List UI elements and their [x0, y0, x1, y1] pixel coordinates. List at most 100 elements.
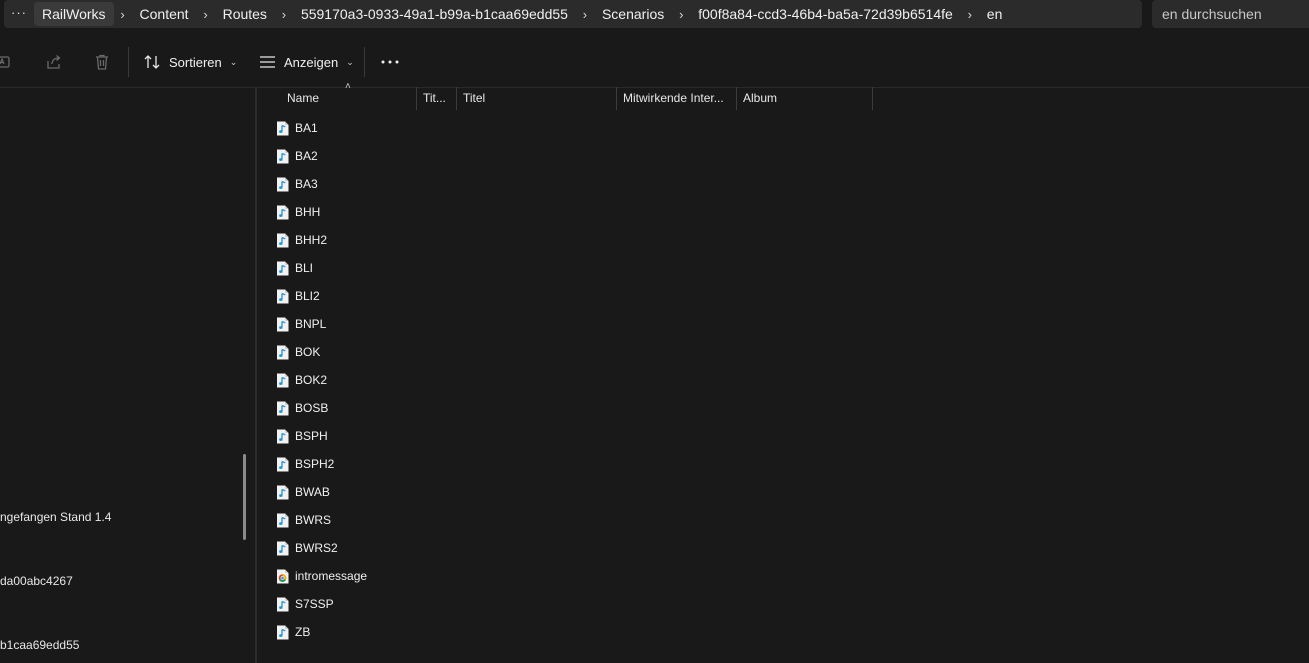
file-name: BSPH — [295, 429, 328, 443]
file-name: BSPH2 — [295, 457, 335, 471]
audio-file-icon — [276, 261, 289, 276]
file-row[interactable]: BA3 — [276, 173, 318, 195]
rename-icon[interactable] — [0, 52, 14, 72]
breadcrumb-chevron-icon[interactable]: › — [197, 7, 215, 22]
file-name: BHH2 — [295, 233, 328, 247]
file-name: BNPL — [295, 317, 327, 331]
file-name: BLI — [295, 261, 314, 275]
breadcrumb-route-id[interactable]: 559170a3-0933-49a1-b99a-b1caa69edd55 — [293, 2, 576, 26]
breadcrumb-content[interactable]: Content — [132, 2, 197, 26]
breadcrumb-chevron-icon[interactable]: › — [114, 7, 132, 22]
file-row[interactable]: BSPH — [276, 425, 328, 447]
chevron-down-icon: ⌄ — [229, 56, 238, 67]
more-options-button[interactable] — [378, 49, 402, 75]
nav-pane-scrollbar[interactable] — [243, 454, 246, 540]
column-header-title[interactable]: Titel — [457, 87, 616, 110]
file-name: BWAB — [295, 485, 330, 499]
toolbar-divider — [128, 47, 129, 77]
column-header-number[interactable]: Tit... — [417, 87, 456, 110]
file-name: intromessage — [295, 569, 368, 583]
file-row[interactable]: BLI — [276, 257, 313, 279]
audio-file-icon — [276, 177, 289, 192]
file-row[interactable]: BOSB — [276, 397, 328, 419]
sort-button-label: Sortieren — [169, 54, 222, 70]
file-name: BOK — [295, 345, 321, 359]
pane-divider[interactable] — [255, 87, 257, 663]
breadcrumb-chevron-icon[interactable]: › — [275, 7, 293, 22]
file-row[interactable]: ZB — [276, 621, 310, 643]
audio-file-icon — [276, 289, 289, 304]
ellipsis-icon — [381, 60, 399, 64]
more-crumbs-button[interactable]: ··· — [4, 5, 34, 20]
file-name: S7SSP — [295, 597, 334, 611]
nav-item[interactable]: da00abc4267 — [0, 574, 73, 588]
file-row[interactable]: BA1 — [276, 117, 318, 139]
audio-file-icon — [276, 121, 289, 136]
file-row[interactable]: BOK2 — [276, 369, 327, 391]
audio-file-icon — [276, 401, 289, 416]
nav-item[interactable]: ngefangen Stand 1.4 — [0, 510, 111, 524]
navigation-pane: ngefangen Stand 1.4 da00abc4267 b1caa69e… — [0, 87, 250, 663]
command-bar: Sortieren ⌄ Anzeigen ⌄ — [0, 37, 1309, 88]
column-header-name[interactable]: Name — [281, 87, 416, 110]
sort-arrows-icon — [144, 55, 160, 69]
file-name: BWRS — [295, 513, 331, 527]
nav-item[interactable]: b1caa69edd55 — [0, 638, 79, 652]
file-row[interactable]: BLI2 — [276, 285, 320, 307]
file-name: BWRS2 — [295, 541, 338, 555]
audio-file-icon — [276, 485, 289, 500]
file-row[interactable]: BWAB — [276, 481, 330, 503]
breadcrumb-scenario-id[interactable]: f00f8a84-ccd3-46b4-ba5a-72d39b6514fe — [690, 2, 961, 26]
file-name: BA1 — [295, 121, 318, 135]
file-row[interactable]: BNPL — [276, 313, 326, 335]
chrome-html-file-icon — [276, 569, 289, 584]
search-input[interactable] — [1152, 0, 1309, 28]
breadcrumb-chevron-icon[interactable]: › — [576, 7, 594, 22]
breadcrumb-scenarios[interactable]: Scenarios — [594, 2, 672, 26]
view-button-label: Anzeigen — [284, 54, 339, 70]
column-header-row: ˄ Name Tit... Titel Mitwirkende Inter...… — [257, 81, 1309, 110]
audio-file-icon — [276, 233, 289, 248]
file-name: BOSB — [295, 401, 329, 415]
share-icon[interactable] — [44, 52, 64, 72]
file-name: BHH — [295, 205, 321, 219]
file-name: BA3 — [295, 177, 318, 191]
breadcrumb-routes[interactable]: Routes — [215, 2, 275, 26]
column-header-artists[interactable]: Mitwirkende Inter... — [617, 87, 736, 110]
breadcrumb-en[interactable]: en — [979, 2, 1011, 26]
file-row[interactable]: BWRS — [276, 509, 331, 531]
address-bar[interactable]: ··· RailWorks › Content › Routes › 55917… — [4, 0, 1142, 28]
audio-file-icon — [276, 429, 289, 444]
audio-file-icon — [276, 457, 289, 472]
column-resize-handle[interactable] — [872, 87, 873, 110]
breadcrumb-chevron-icon[interactable]: › — [961, 7, 979, 22]
toolbar-divider — [364, 47, 365, 77]
file-name: BA2 — [295, 149, 318, 163]
audio-file-icon — [276, 625, 289, 640]
breadcrumb-chevron-icon[interactable]: › — [672, 7, 690, 22]
breadcrumb-railworks[interactable]: RailWorks — [34, 2, 114, 26]
file-name: BOK2 — [295, 373, 328, 387]
audio-file-icon — [276, 317, 289, 332]
audio-file-icon — [276, 513, 289, 528]
file-row[interactable]: BHH2 — [276, 229, 327, 251]
chevron-down-icon: ⌄ — [346, 56, 354, 67]
title-bar: ··· RailWorks › Content › Routes › 55917… — [0, 0, 1309, 30]
audio-file-icon — [276, 373, 289, 388]
file-name: BLI2 — [295, 289, 320, 303]
file-row[interactable]: S7SSP — [276, 593, 334, 615]
file-row[interactable]: BOK — [276, 341, 320, 363]
file-row[interactable]: BA2 — [276, 145, 318, 167]
file-name: ZB — [295, 625, 311, 639]
file-row[interactable]: BWRS2 — [276, 537, 338, 559]
view-button[interactable]: Anzeigen ⌄ — [259, 49, 354, 75]
audio-file-icon — [276, 205, 289, 220]
file-row[interactable]: BSPH2 — [276, 453, 334, 475]
file-row[interactable]: intromessage — [276, 565, 367, 587]
audio-file-icon — [276, 345, 289, 360]
column-header-album[interactable]: Album — [737, 87, 872, 110]
file-row[interactable]: BHH — [276, 201, 320, 223]
sort-button[interactable]: Sortieren ⌄ — [144, 49, 237, 75]
delete-icon[interactable] — [92, 52, 112, 72]
audio-file-icon — [276, 541, 289, 556]
